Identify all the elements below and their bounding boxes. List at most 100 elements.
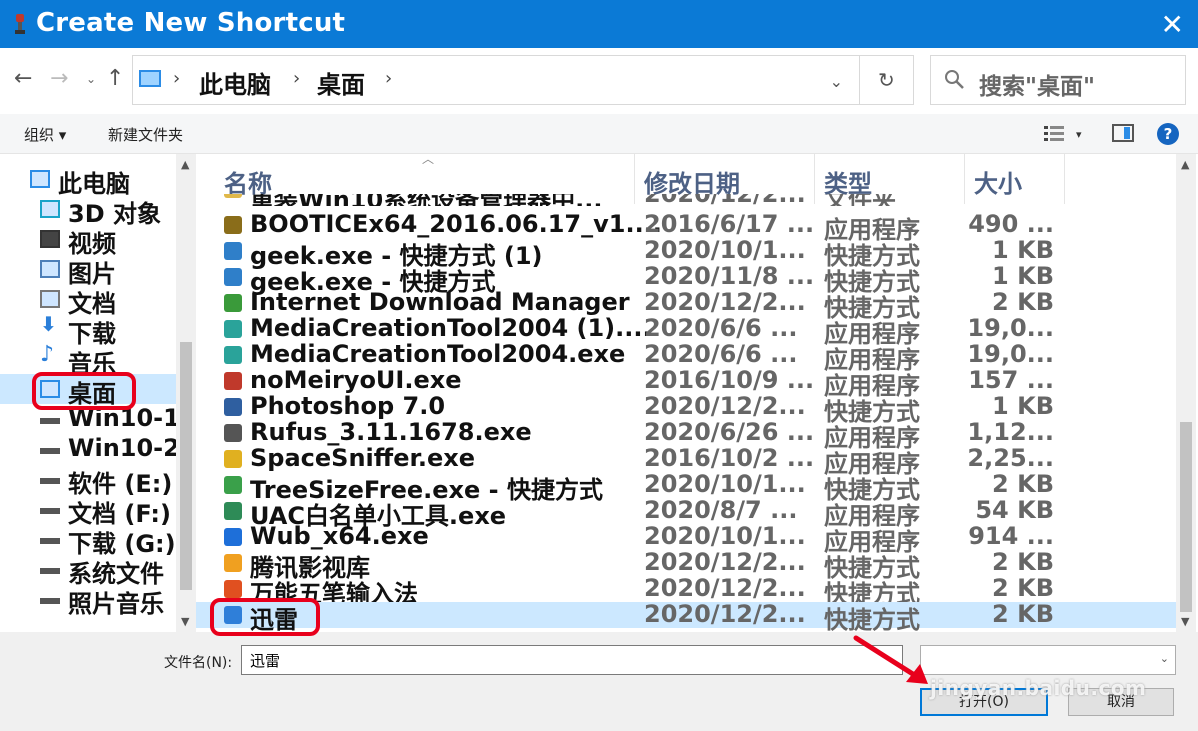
refresh-button[interactable]: ↻: [860, 55, 914, 105]
file-name: Photoshop 7.0: [250, 392, 446, 420]
file-icon: [224, 372, 242, 390]
list-item[interactable]: BOOTICEx64_2016.06.17_v1.... 2016/6/17 ..…: [196, 210, 1176, 244]
list-item[interactable]: geek.exe - 快捷方式 (1) 2020/10/1... 快捷方式 1 KB: [196, 236, 1176, 270]
scroll-down-icon[interactable]: ▼: [1181, 615, 1189, 628]
breadcrumb-separator-icon[interactable]: ›: [173, 68, 180, 89]
pc-icon: [30, 170, 50, 188]
filetype-select[interactable]: ⌄: [920, 645, 1176, 675]
list-item[interactable]: 腾讯影视库 2020/12/2... 快捷方式 2 KB: [196, 548, 1176, 582]
file-icon: [224, 554, 242, 572]
sidebar-item[interactable]: 照片音乐: [0, 584, 176, 618]
chevron-down-icon[interactable]: ⌄: [1160, 652, 1169, 665]
list-item[interactable]: Wub_x64.exe 2020/10/1... 应用程序 914 ...: [196, 522, 1176, 556]
up-arrow-icon[interactable]: ↑: [106, 66, 124, 91]
file-size: 1 KB: [992, 392, 1054, 420]
breadcrumb-desktop[interactable]: 桌面: [317, 65, 365, 100]
file-name: Rufus_3.11.1678.exe: [250, 418, 532, 446]
highlight-desktop: [32, 372, 136, 410]
navigation-bar: ← → ⌄ ↑ › 此电脑 › 桌面 › ⌄ ↻ 搜索"桌面": [0, 48, 1198, 114]
list-item[interactable]: UAC白名单小工具.exe 2020/8/7 ... 应用程序 54 KB: [196, 496, 1176, 530]
breadcrumb-separator-icon[interactable]: ›: [293, 68, 300, 89]
file-icon: [224, 294, 242, 312]
file-size: 2 KB: [992, 600, 1054, 628]
sidebar-item-label: Win10-2: [68, 434, 180, 462]
music-icon: ♪: [40, 342, 55, 367]
sidebar-item[interactable]: Win10-2: [0, 434, 180, 464]
sidebar-item[interactable]: ⬇ 下载: [0, 312, 176, 348]
file-date: 2020/6/6 ...: [644, 314, 798, 342]
file-date: 2020/10/1...: [644, 522, 806, 550]
sidebar-item[interactable]: 文档: [0, 284, 176, 318]
list-item[interactable]: Rufus_3.11.1678.exe 2020/6/26 ... 应用程序 1,12…: [196, 418, 1176, 452]
drive-icon: [40, 568, 60, 574]
scroll-thumb[interactable]: [180, 342, 192, 590]
file-date: 2020/10/1...: [644, 236, 806, 264]
search-input[interactable]: 搜索"桌面": [930, 55, 1186, 105]
view-dropdown-chevron-icon[interactable]: ▾: [1076, 128, 1082, 141]
drive-icon: [40, 418, 60, 424]
file-date: 2020/12/2...: [644, 548, 806, 576]
scroll-up-icon[interactable]: ▲: [1181, 158, 1189, 171]
recent-locations-chevron-icon[interactable]: ⌄: [86, 72, 96, 86]
sidebar-item[interactable]: 图片: [0, 254, 176, 288]
new-folder-button[interactable]: 新建文件夹: [108, 124, 183, 145]
file-date: 2020/12/2...: [644, 288, 806, 316]
list-item[interactable]: Internet Download Manager 2020/12/2... 快捷方…: [196, 288, 1176, 322]
window-title: Create New Shortcut: [36, 8, 346, 38]
video-icon: [40, 230, 60, 248]
file-list-scrollbar[interactable]: ▲ ▼: [1176, 154, 1196, 632]
forward-arrow-icon[interactable]: →: [50, 66, 68, 91]
tree-scrollbar[interactable]: ▲ ▼: [176, 154, 196, 632]
file-name: MediaCreationTool2004 (1)....: [250, 314, 652, 342]
back-arrow-icon[interactable]: ←: [14, 66, 32, 91]
title-bar: Create New Shortcut ✕: [0, 0, 1198, 48]
file-icon: [224, 268, 242, 286]
list-item[interactable]: Photoshop 7.0 2020/12/2... 快捷方式 1 KB: [196, 392, 1176, 426]
list-item[interactable]: 迅雷 2020/12/2... 快捷方式 2 KB: [196, 600, 1176, 632]
preview-pane-icon[interactable]: [1112, 124, 1134, 142]
file-icon: [224, 216, 242, 234]
view-options-icon[interactable]: [1044, 125, 1068, 143]
file-name: Wub_x64.exe: [250, 522, 429, 550]
close-icon[interactable]: ✕: [1161, 8, 1184, 41]
sidebar-item[interactable]: 3D 对象: [0, 194, 176, 228]
file-date: 2020/11/8 ...: [644, 262, 815, 290]
file-size: 2,25...: [967, 444, 1054, 472]
list-item[interactable]: 重装Win10系统设备管理器中... 2020/12/2... 文件夹: [196, 194, 1176, 206]
list-item[interactable]: MediaCreationTool2004 (1).... 2020/6/6 ..…: [196, 314, 1176, 348]
address-history-chevron-icon[interactable]: ⌄: [830, 72, 843, 91]
sidebar-item[interactable]: 文档 (F:): [0, 494, 176, 528]
documents-icon: [40, 290, 60, 308]
scroll-down-icon[interactable]: ▼: [181, 615, 189, 628]
file-date: 2020/6/26 ...: [644, 418, 815, 446]
breadcrumb-separator-icon[interactable]: ›: [385, 68, 392, 89]
file-date: 2020/12/2...: [644, 392, 806, 420]
refresh-icon: ↻: [878, 68, 895, 92]
annotation-arrow: [853, 635, 928, 684]
sidebar-item[interactable]: 此电脑: [0, 164, 176, 198]
list-item[interactable]: geek.exe - 快捷方式 2020/11/8 ... 快捷方式 1 KB: [196, 262, 1176, 296]
list-item[interactable]: 万能五笔输入法 2020/12/2... 快捷方式 2 KB: [196, 574, 1176, 608]
list-item[interactable]: MediaCreationTool2004.exe 2020/6/6 ... 应用程…: [196, 340, 1176, 374]
file-date: 2020/12/2...: [644, 600, 806, 628]
list-item[interactable]: TreeSizeFree.exe - 快捷方式 2020/10/1... 快捷方式 2…: [196, 470, 1176, 504]
organize-menu-button[interactable]: 组织 ▾: [24, 124, 66, 145]
app-icon: [15, 14, 25, 34]
scroll-thumb[interactable]: [1180, 422, 1192, 612]
file-date: 2016/10/2 ...: [644, 444, 815, 472]
sidebar-item[interactable]: 下载 (G:): [0, 524, 176, 558]
file-date: 2020/12/2...: [644, 194, 806, 206]
filename-input[interactable]: 迅雷: [241, 645, 903, 675]
sidebar-item[interactable]: 视频: [0, 224, 176, 258]
list-item[interactable]: noMeiryoUI.exe 2016/10/9 ... 应用程序 157 ...: [196, 366, 1176, 400]
address-bar[interactable]: › 此电脑 › 桌面 › ⌄: [132, 55, 860, 105]
sidebar-item[interactable]: 系统文件: [0, 554, 176, 588]
breadcrumb-this-pc[interactable]: 此电脑: [199, 65, 271, 100]
sidebar-item[interactable]: 软件 (E:): [0, 464, 176, 498]
scroll-up-icon[interactable]: ▲: [181, 158, 189, 171]
help-icon[interactable]: ?: [1157, 123, 1179, 145]
list-item[interactable]: SpaceSniffer.exe 2016/10/2 ... 应用程序 2,25...: [196, 444, 1176, 478]
file-size: 1,12...: [967, 418, 1054, 446]
sidebar-item[interactable]: ♪ 音乐: [0, 342, 176, 378]
watermark: jingyan.baidu.com: [930, 676, 1147, 700]
